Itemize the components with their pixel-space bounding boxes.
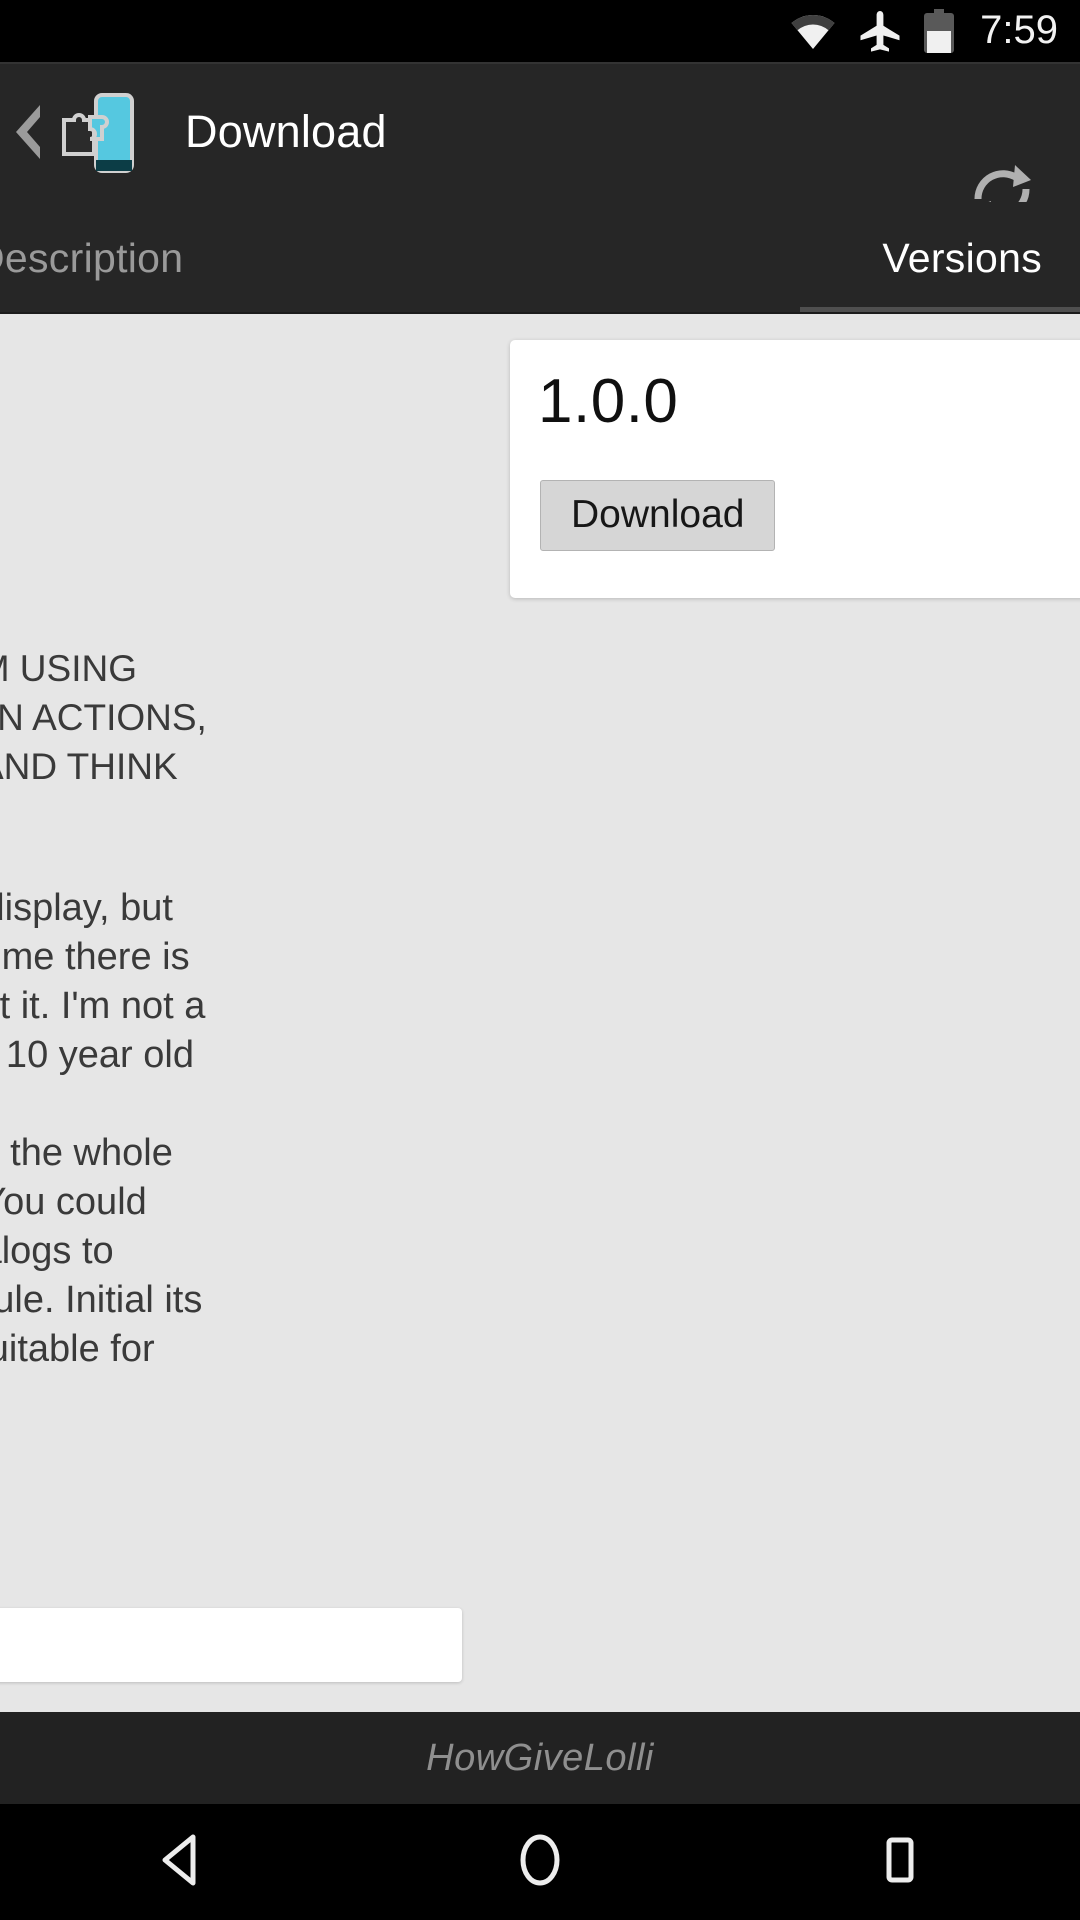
battery-icon <box>924 9 955 53</box>
tab-bar: Description Versions <box>0 202 1080 314</box>
page-title: Download <box>185 106 387 157</box>
back-chevron-icon[interactable] <box>6 62 50 202</box>
watermark-bar: HowGiveLolli <box>0 1712 1080 1804</box>
recents-button[interactable] <box>820 1804 980 1920</box>
version-card[interactable]: 1.0.0 Download <box>510 340 1080 598</box>
action-bar-top-divider <box>0 62 1080 64</box>
xposed-module-icon[interactable] <box>46 84 142 180</box>
home-button[interactable] <box>460 1804 620 1920</box>
download-button[interactable]: Download <box>540 480 776 551</box>
back-triangle-icon <box>149 1829 211 1896</box>
status-bar: 7:59 <box>0 0 1080 62</box>
content-area: LIPOP FROM USING IOTIFICATION ACTIONS, N… <box>0 314 1080 1712</box>
action-bar: Download <box>0 62 1080 266</box>
description-body-text: o have a 7" display, but l now. Most tim… <box>0 887 206 1370</box>
description-heading-text: LIPOP FROM USING IOTIFICATION ACTIONS, N… <box>0 648 207 787</box>
watermark-text: HowGiveLolli <box>426 1736 654 1779</box>
version-number: 1.0.0 <box>538 367 679 436</box>
recents-square-icon <box>869 1829 931 1896</box>
wifi-icon <box>790 12 836 50</box>
tab-description[interactable]: Description <box>0 202 183 314</box>
action-bar-up-group[interactable] <box>0 62 142 202</box>
airplane-mode-icon <box>858 9 902 53</box>
android-screen: 7:59 Download escription Versions USING … <box>0 0 1080 1920</box>
back-button[interactable] <box>100 1804 260 1920</box>
home-circle-icon <box>509 1829 571 1896</box>
tab-versions[interactable]: Versions <box>882 202 1042 314</box>
description-page[interactable]: LIPOP FROM USING IOTIFICATION ACTIONS, N… <box>0 314 482 1712</box>
navigation-bar <box>0 1804 1080 1920</box>
description-bottom-card[interactable] <box>0 1608 462 1682</box>
versions-page[interactable]: 1.0.0 Download <box>510 314 1080 1712</box>
status-bar-clock: 7:59 <box>980 8 1058 52</box>
